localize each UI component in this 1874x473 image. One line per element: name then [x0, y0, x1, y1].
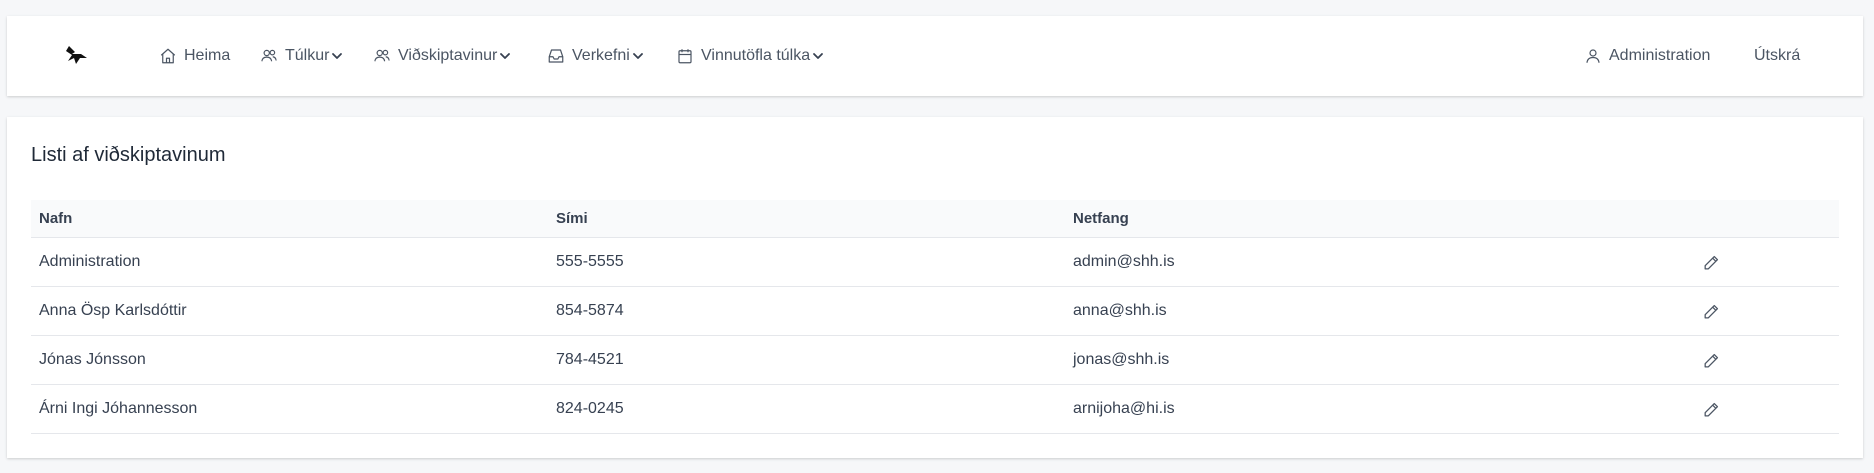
logout-link[interactable]: Útskrá: [1754, 16, 1800, 96]
nav-schedule-dropdown[interactable]: Vinnutöfla túlka: [676, 16, 824, 96]
column-header-name: Nafn: [39, 210, 73, 227]
edit-button[interactable]: [1702, 287, 1721, 335]
chevron-down-icon: [813, 53, 824, 59]
cell-phone: 824-0245: [556, 400, 624, 417]
nav-tasks-label: Verkefni: [572, 47, 630, 64]
home-icon: [160, 48, 176, 64]
table-row: Árni Ingi Jóhannesson 824-0245 arnijoha@…: [31, 385, 1839, 434]
nav-tasks-dropdown[interactable]: Verkefni: [547, 16, 644, 96]
table-row: Administration 555-5555 admin@shh.is: [31, 238, 1839, 287]
pencil-icon: [1704, 402, 1719, 416]
inbox-icon: [548, 49, 564, 63]
page-title: Listi af viðskiptavinum: [31, 144, 226, 166]
customer-table: Nafn Sími Netfang Administration 555-555…: [31, 200, 1839, 434]
cell-email: arnijoha@hi.is: [1073, 400, 1175, 417]
cell-name: Anna Ösp Karlsdóttir: [39, 302, 187, 319]
pencil-icon: [1704, 255, 1719, 269]
table-row: Anna Ösp Karlsdóttir 854-5874 anna@shh.i…: [31, 287, 1839, 336]
nav-home[interactable]: Heima: [159, 16, 230, 96]
top-navbar: Heima Túlkur Viðskiptavinur Verkefni Vin…: [7, 16, 1863, 96]
bird-logo-icon[interactable]: [63, 42, 91, 68]
table-header: Nafn Sími Netfang: [31, 200, 1839, 238]
nav-interpreters-dropdown[interactable]: Túlkur: [260, 16, 343, 96]
nav-user-label: Administration: [1609, 47, 1711, 64]
cell-email: anna@shh.is: [1073, 302, 1167, 319]
chevron-down-icon: [632, 53, 643, 59]
nav-interpreters-label: Túlkur: [285, 47, 330, 64]
pencil-icon: [1704, 353, 1719, 367]
logout-label: Útskrá: [1754, 47, 1801, 64]
chevron-down-icon: [332, 53, 343, 59]
users-icon: [374, 49, 390, 62]
pencil-icon: [1704, 304, 1719, 318]
table-row: Jónas Jónsson 784-4521 jonas@shh.is: [31, 336, 1839, 385]
chevron-down-icon: [500, 53, 511, 59]
cell-email: admin@shh.is: [1073, 253, 1175, 270]
customer-list-card: Listi af viðskiptavinum Nafn Sími Netfan…: [7, 117, 1863, 458]
users-icon: [261, 49, 277, 62]
cell-name: Administration: [39, 253, 141, 270]
column-header-phone: Sími: [556, 210, 588, 227]
cell-phone: 555-5555: [556, 253, 624, 270]
cell-name: Jónas Jónsson: [39, 351, 146, 368]
cell-email: jonas@shh.is: [1073, 351, 1170, 368]
cell-name: Árni Ingi Jóhannesson: [39, 400, 198, 417]
cell-phone: 854-5874: [556, 302, 624, 319]
nav-user-profile[interactable]: Administration: [1584, 16, 1710, 96]
cell-phone: 784-4521: [556, 351, 624, 368]
nav-customer-dropdown[interactable]: Viðskiptavinur: [373, 16, 511, 96]
user-icon: [1586, 49, 1600, 63]
calendar-icon: [678, 49, 692, 64]
nav-customer-label: Viðskiptavinur: [398, 47, 498, 64]
nav-schedule-label: Vinnutöfla túlka: [701, 47, 811, 64]
nav-home-label: Heima: [184, 47, 231, 64]
edit-button[interactable]: [1702, 385, 1721, 433]
column-header-email: Netfang: [1073, 210, 1129, 227]
edit-button[interactable]: [1702, 336, 1721, 384]
edit-button[interactable]: [1702, 238, 1721, 286]
